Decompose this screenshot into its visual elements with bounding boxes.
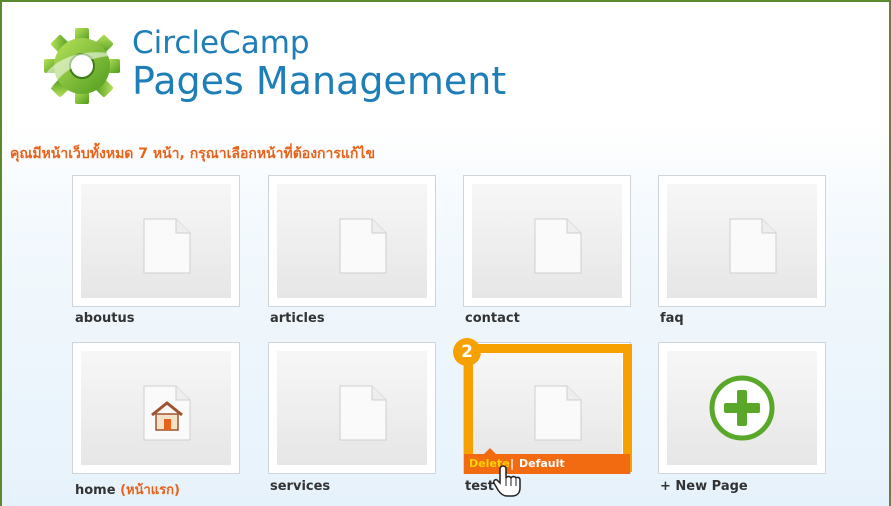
page-tile-services[interactable] (268, 342, 436, 474)
step-badge: 2 (453, 338, 481, 366)
gear-logo-icon (40, 28, 120, 104)
new-page-tile[interactable] (658, 342, 826, 474)
page-label-aboutus[interactable]: aboutus (75, 311, 134, 326)
hand-pointer-cursor-icon (493, 465, 521, 497)
page-tile-aboutus[interactable] (72, 175, 240, 307)
page-thumbnail (81, 184, 231, 298)
page-thumbnail (277, 184, 427, 298)
page-tile-articles[interactable] (268, 175, 436, 307)
page-label-services[interactable]: services (270, 479, 330, 494)
page-title: Pages Management (132, 59, 507, 103)
page-thumbnail (472, 184, 622, 298)
page-label-home[interactable]: home (หน้าแรก) (75, 479, 180, 500)
page-label-faq[interactable]: faq (660, 311, 684, 326)
document-icon (729, 218, 777, 274)
document-icon (339, 218, 387, 274)
plus-circle-icon (709, 375, 775, 441)
home-document-icon (143, 385, 191, 441)
default-page-tag: (หน้าแรก) (120, 483, 180, 498)
app-title-brand: CircleCamp (132, 25, 310, 61)
document-icon (143, 218, 191, 274)
page-thumbnail (277, 351, 427, 465)
document-icon (339, 385, 387, 441)
page-thumbnail (667, 351, 817, 465)
page-name: home (75, 483, 116, 498)
page-thumbnail (667, 184, 817, 298)
document-icon (534, 218, 582, 274)
new-page-link[interactable]: + New Page (660, 479, 748, 494)
page-label-contact[interactable]: contact (465, 311, 520, 326)
page-tile-home[interactable] (72, 342, 240, 474)
page-label-test[interactable]: test (465, 479, 494, 494)
set-default-link[interactable]: Default (519, 454, 565, 474)
page-thumbnail (81, 351, 231, 465)
page-tile-faq[interactable] (658, 175, 826, 307)
page-label-articles[interactable]: articles (270, 311, 325, 326)
page-action-bar: Delete | Default (464, 448, 630, 474)
pages-count-message: คุณมีหน้าเว็บทั้งหมด 7 หน้า, กรุณาเลือกห… (10, 146, 376, 162)
app-frame: CircleCamp Pages Management คุณมีหน้าเว็… (0, 0, 891, 506)
page-tile-contact[interactable] (463, 175, 631, 307)
